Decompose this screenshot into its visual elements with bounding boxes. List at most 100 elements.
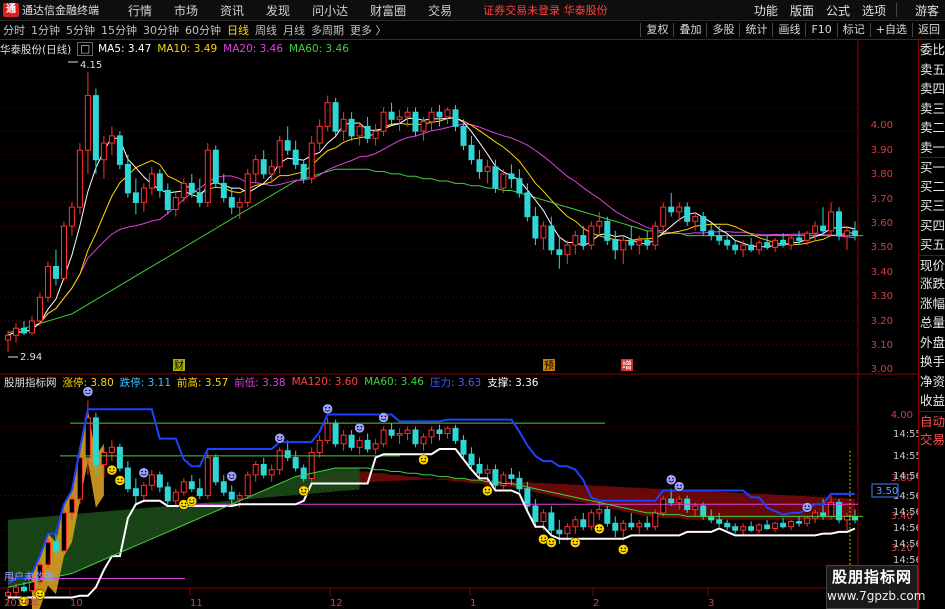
face-eye [229, 474, 231, 476]
side-earnings[interactable]: 收益 [919, 391, 945, 411]
period-15min[interactable]: 15分钟 [101, 22, 137, 38]
side-buy2[interactable]: 买二 [919, 177, 945, 197]
side-change[interactable]: 涨跌 [919, 274, 945, 294]
main-candle [428, 111, 435, 123]
side-buy1[interactable]: 买一 [919, 157, 945, 177]
side-buy4[interactable]: 买四 [919, 216, 945, 236]
menu-wealth[interactable]: 财富圈 [370, 2, 406, 19]
chart-title[interactable]: 华泰股份(日线) [0, 42, 71, 57]
guest-account[interactable]: 游客 [915, 2, 939, 19]
side-sell3[interactable]: 卖三 [919, 99, 945, 119]
main-candle [636, 239, 643, 246]
time-label: 14:55 [893, 429, 918, 440]
ind-candle [748, 526, 755, 531]
side-sell1[interactable]: 卖一 [919, 138, 945, 158]
tool-mark[interactable]: 标记 [836, 23, 870, 37]
ind-candle [524, 488, 531, 507]
face-eye [808, 505, 810, 508]
side-turnover[interactable]: 换手 [919, 352, 945, 372]
main-candle [316, 125, 323, 144]
legend-resistance: 压力: 3.63 [429, 376, 482, 389]
main-candle [564, 244, 571, 256]
main-candle [580, 235, 587, 246]
side-outer[interactable]: 外盘 [919, 333, 945, 353]
main-candle [460, 125, 467, 146]
main-candle [524, 192, 531, 218]
app-title: 通达信金融终端 [22, 4, 99, 17]
axis-label: 3.10 [871, 340, 893, 351]
buy-signal-face-icon [570, 537, 581, 548]
menu-formula[interactable]: 公式 [826, 2, 850, 19]
period-monthly[interactable]: 月线 [283, 22, 305, 38]
menu-trade[interactable]: 交易 [428, 2, 452, 19]
period-more[interactable]: 更多 〉 [350, 22, 387, 38]
main-candle [356, 125, 363, 137]
side-auto[interactable]: 自动 [919, 410, 945, 431]
side-sell2[interactable]: 卖二 [919, 118, 945, 138]
side-price[interactable]: 现价 [919, 254, 945, 275]
ind-candle [804, 517, 811, 524]
ind-candle [492, 469, 499, 486]
menu-news[interactable]: 资讯 [220, 2, 244, 19]
period-daily[interactable]: 日线 [227, 22, 249, 38]
tool-adjust[interactable]: 复权 [640, 23, 673, 37]
ind-candle [516, 477, 523, 490]
kline-chart[interactable]: 4.00 3.90 3.80 3.70 3.60 3.50 3.40 3.30 … [0, 40, 918, 609]
period-60min[interactable]: 60分钟 [185, 22, 221, 38]
main-candle [324, 102, 331, 127]
main-candle [13, 327, 19, 336]
period-5min[interactable]: 5分钟 [66, 22, 95, 38]
side-buy3[interactable]: 买三 [919, 196, 945, 216]
menu-layout[interactable]: 版面 [790, 2, 814, 19]
side-sell5[interactable]: 卖五 [919, 60, 945, 80]
menu-ask[interactable]: 问小达 [312, 2, 348, 19]
ind-candle [204, 457, 211, 497]
tool-f10[interactable]: F10 [805, 23, 836, 37]
ind-candle [548, 512, 555, 531]
tool-draw[interactable]: 画线 [772, 23, 805, 37]
side-change-pct[interactable]: 涨幅 [919, 294, 945, 314]
tool-stats[interactable]: 统计 [739, 23, 772, 37]
side-sell4[interactable]: 卖四 [919, 79, 945, 99]
indicator-name[interactable]: 股朋指标网 [4, 375, 57, 390]
ind-candle [132, 488, 139, 497]
period-30min[interactable]: 30分钟 [143, 22, 179, 38]
main-candle [436, 111, 443, 118]
period-timeshare[interactable]: 分时 [3, 22, 25, 38]
period-weekly[interactable]: 周线 [255, 22, 277, 38]
ind-candle [852, 515, 858, 521]
side-volume[interactable]: 总量 [919, 313, 945, 333]
ind-candle [740, 526, 747, 531]
legend-prev-low: 前低: 3.38 [234, 376, 286, 389]
main-candle [404, 111, 411, 118]
side-buy5[interactable]: 买五 [919, 235, 945, 255]
tool-back[interactable]: 返回 [912, 23, 945, 37]
sell-signal-face-icon [274, 433, 285, 444]
menu-function[interactable]: 功能 [754, 2, 778, 19]
login-notice[interactable]: 证券交易未登录 华泰股份 [483, 2, 608, 18]
ind-candle [420, 436, 427, 445]
date-label: 3 [708, 598, 714, 609]
side-weibi[interactable]: 委比 [919, 40, 945, 60]
ind-candle [388, 429, 395, 436]
menu-discover[interactable]: 发现 [266, 2, 290, 19]
tool-add-watchlist[interactable]: +自选 [869, 23, 912, 37]
menu-options[interactable]: 选项 [862, 2, 886, 19]
main-candle [228, 197, 235, 208]
axis-label: 3.80 [871, 169, 893, 180]
ind-candle [252, 464, 259, 476]
main-candle [37, 296, 43, 322]
legend-box-icon[interactable]: □ [77, 42, 94, 56]
period-1min[interactable]: 1分钟 [31, 22, 60, 38]
menu-quotes[interactable]: 行情 [128, 2, 152, 19]
ind-candle [628, 522, 635, 528]
menu-bar: 通 通达信金融终端 行情 市场 资讯 发现 问小达 财富圈 交易 证券交易未登录… [0, 0, 945, 21]
period-multi[interactable]: 多周期 [311, 22, 344, 38]
tool-overlay[interactable]: 叠加 [673, 23, 706, 37]
menu-market[interactable]: 市场 [174, 2, 198, 19]
side-trade[interactable]: 交易 [919, 430, 945, 450]
ind-candle [428, 429, 435, 438]
tool-multi-stock[interactable]: 多股 [706, 23, 739, 37]
ind-candle [212, 457, 219, 483]
side-net-asset[interactable]: 净资 [919, 372, 945, 392]
